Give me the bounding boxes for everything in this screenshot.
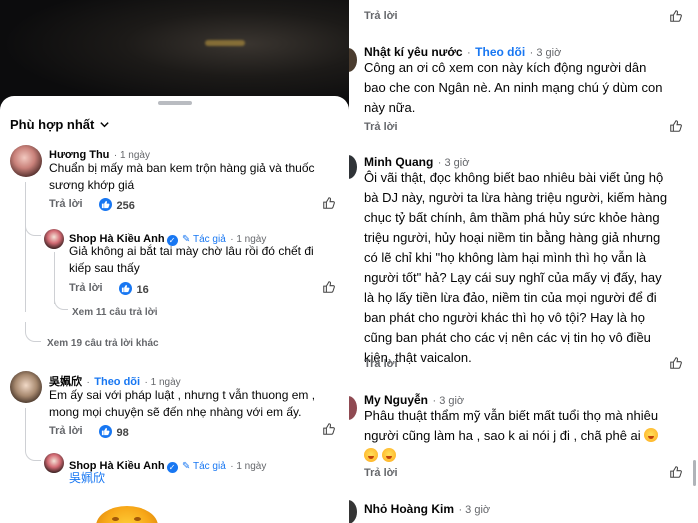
- thread-line: [25, 182, 26, 312]
- comment-text: Phâu thuật thẩm mỹ vẫn biết mất tuổi thọ…: [364, 406, 696, 466]
- comment-line: Chuẩn bị mấy mà ban kem trộn hàng giả và…: [49, 161, 315, 175]
- like-count: 98: [116, 427, 129, 439]
- comment-line: Ôi vãi thật, đọc không biết bao nhiêu bà…: [364, 170, 664, 185]
- left-screenshot-panel: Phù hợp nhất Hương Thu · 1 ngày Chuẩn bị…: [0, 0, 349, 523]
- comment-text: Chuẩn bị mấy mà ban kem trộn hàng giả và…: [49, 160, 339, 194]
- view-more-replies-link[interactable]: Xem 19 câu trả lời khác: [47, 338, 159, 349]
- comment-line: bao che con Ngân nè. An ninh mạng chú ý …: [364, 80, 663, 95]
- comment-line: kiếp sau thấy: [69, 261, 140, 275]
- author-tag: ✎ Tác giả: [182, 461, 226, 472]
- comment-line: kiện, thật vaicalon.: [364, 350, 472, 365]
- like-icon[interactable]: [322, 280, 336, 294]
- comment-line: này nữa.: [364, 100, 416, 115]
- like-count: 256: [116, 200, 135, 212]
- avatar[interactable]: [349, 48, 357, 72]
- comment-line: mong mọi chuyện sẽ đến nhẹ nhàng với em …: [49, 405, 302, 419]
- comment-header: Nhỏ Hoàng Kim · 3 giờ: [364, 500, 490, 518]
- follow-button[interactable]: Theo dõi: [475, 45, 525, 59]
- comment-line: Phâu thuật thẩm mỹ vẫn biết mất tuổi thọ…: [364, 408, 659, 423]
- like-summary: 256: [99, 196, 135, 214]
- reply-button[interactable]: Trả lời: [364, 121, 398, 133]
- author-tag-label: Tác giả: [192, 461, 226, 472]
- comment-line: người cũng làm ha , sao k ai nói j đi , …: [364, 428, 641, 443]
- comment-line: sương khớp giá: [49, 178, 135, 192]
- thread-connector: [25, 322, 41, 342]
- commenter-name[interactable]: Minh Quang: [364, 155, 433, 169]
- like-icon[interactable]: [669, 465, 683, 479]
- reply-button[interactable]: Trả lời: [69, 282, 103, 294]
- like-count: 16: [136, 284, 149, 296]
- scrollbar[interactable]: [693, 460, 696, 486]
- comment-line: ban phát cho người khác thì họ vô tội? H…: [364, 310, 646, 325]
- like-icon[interactable]: [322, 196, 336, 210]
- comment-time: · 1 ngày: [230, 461, 267, 472]
- like-icon[interactable]: [669, 119, 683, 133]
- sort-label: Phù hợp nhất: [10, 117, 95, 132]
- comment-line: chục tỷ bất chính, âm thầm phá hủy sức k…: [364, 210, 660, 225]
- comment-line-with-emoji: người cũng làm ha , sao k ai nói j đi , …: [364, 426, 696, 446]
- comment-line: Em ấy sai với pháp luật , nhưng t vẫn th…: [49, 388, 316, 402]
- commenter-name[interactable]: My Nguyễn: [364, 393, 428, 407]
- comment-line: Công an ơi cô xem con này kích động ngườ…: [364, 60, 647, 75]
- comment-line: Giả không ai bắt tai mày chờ lâu rồi đó …: [69, 244, 314, 258]
- avatar[interactable]: [349, 396, 357, 420]
- comment-line: là họ lấy tiền lừa đảo, niềm tin của mọi…: [364, 290, 657, 305]
- comment-line: bà DJ này, người ta lừa hàng triệu người…: [364, 190, 668, 205]
- video-lights: [205, 40, 245, 46]
- commenter-name[interactable]: Nhật kí yêu nước: [364, 45, 463, 59]
- comment-line: triệu người, hủy hoại niềm tin bằng hàng…: [364, 230, 661, 245]
- comment-text: Em ấy sai với pháp luật , nhưng t vẫn th…: [49, 387, 339, 421]
- reply-button[interactable]: Trả lời: [364, 467, 398, 479]
- avatar[interactable]: [44, 453, 64, 473]
- comment-line: có lẽ chỉ khi "họ không làm hại mình thì…: [364, 250, 647, 265]
- avatar[interactable]: [10, 145, 42, 177]
- reply-button[interactable]: Trả lời: [364, 358, 398, 370]
- like-reaction-icon: [119, 282, 132, 295]
- reply-button[interactable]: Trả lời: [364, 10, 398, 22]
- like-summary: 98: [99, 423, 129, 441]
- like-icon[interactable]: [322, 422, 336, 436]
- like-icon[interactable]: [669, 356, 683, 370]
- video-background: [0, 0, 349, 110]
- right-screenshot-panel: Trả lời Nhật kí yêu nước · Theo dõi · 3 …: [349, 0, 698, 523]
- comment-text: Giả không ai bắt tai mày chờ lâu rồi đó …: [69, 243, 339, 277]
- emoji-icon: [381, 448, 396, 462]
- comment-line: người tốt" hả? Lạy cái suy nghĩ của mấy …: [364, 270, 662, 285]
- thread-line: [54, 252, 55, 304]
- emoji-row: [364, 446, 696, 466]
- avatar[interactable]: [10, 371, 42, 403]
- commenter-name[interactable]: Nhỏ Hoàng Kim: [364, 502, 454, 516]
- comment-time: · 3 giờ: [458, 504, 491, 516]
- like-icon[interactable]: [669, 9, 683, 23]
- like-reaction-icon: [99, 425, 112, 438]
- verified-badge-icon: ✓: [166, 462, 178, 473]
- view-replies-link[interactable]: Xem 11 câu trả lời: [72, 307, 158, 318]
- avatar[interactable]: [349, 155, 357, 179]
- sheet-grabber-handle[interactable]: [158, 101, 192, 105]
- avatar[interactable]: [349, 500, 357, 523]
- comment-text: Công an ơi cô xem con này kích động ngườ…: [364, 58, 694, 118]
- emoji-icon: [364, 448, 378, 462]
- reply-button[interactable]: Trả lời: [49, 425, 83, 437]
- like-summary: 16: [119, 280, 149, 298]
- sort-dropdown[interactable]: Phù hợp nhất: [10, 117, 110, 132]
- reply-button[interactable]: Trả lời: [49, 198, 83, 210]
- comment-text: Ôi vãi thật, đọc không biết bao nhiêu bà…: [364, 168, 696, 368]
- mention-link[interactable]: 吳姵欣: [69, 470, 105, 487]
- thread-line: [25, 408, 26, 450]
- comment-line: cũng ban phát cho các vị nên các vị tin …: [364, 330, 651, 345]
- avatar[interactable]: [44, 229, 64, 249]
- like-reaction-icon: [99, 198, 112, 211]
- emoji-icon: [644, 428, 659, 442]
- chevron-down-icon: [100, 122, 110, 128]
